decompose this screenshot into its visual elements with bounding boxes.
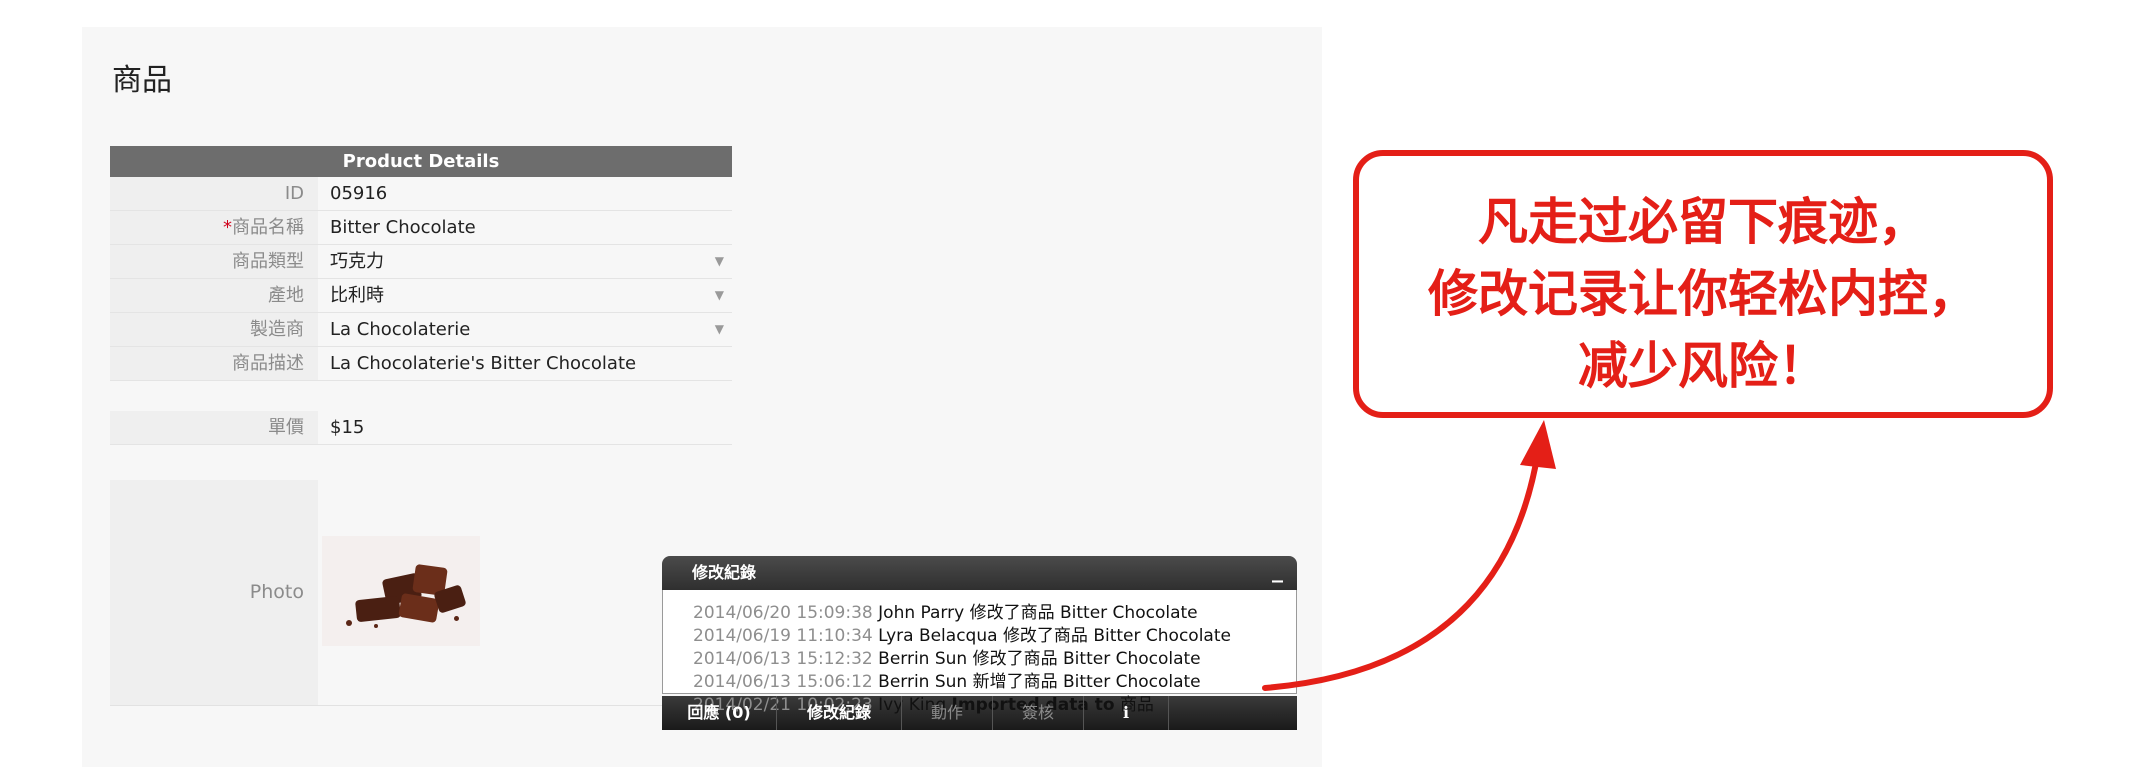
callout-arrow <box>1262 420 1556 691</box>
arrow-line <box>1262 449 1541 691</box>
arrow-head <box>1520 420 1556 469</box>
